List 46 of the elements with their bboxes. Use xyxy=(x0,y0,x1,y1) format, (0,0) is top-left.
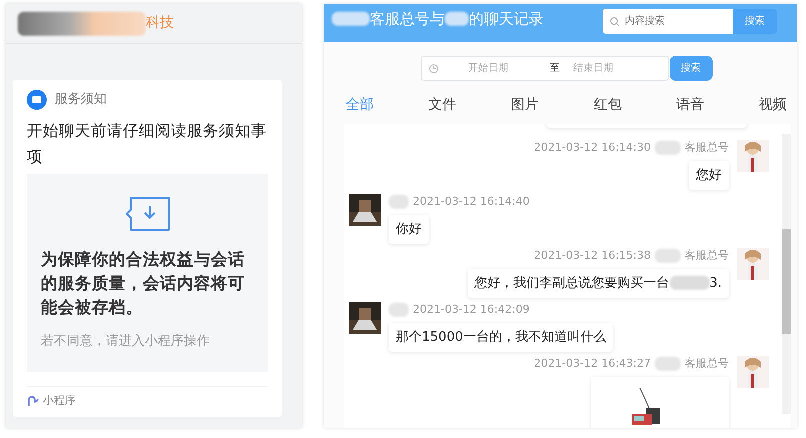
redacted-name xyxy=(332,12,370,26)
filter-tab[interactable]: 图片 xyxy=(511,95,540,116)
redacted-text xyxy=(670,276,710,290)
message-text: 3. xyxy=(710,274,722,292)
redacted-name xyxy=(445,12,469,26)
company-name: 科技 xyxy=(146,14,174,33)
message-text: 您好 xyxy=(696,166,722,184)
sender-name: 客服总号 xyxy=(685,248,729,264)
message-time: 2021-03-12 16:15:38 xyxy=(534,248,651,264)
notice-icon xyxy=(27,90,47,110)
redacted-name xyxy=(389,195,409,210)
filter-tab[interactable]: 红包 xyxy=(594,95,622,116)
sender-name: 客服总号 xyxy=(685,356,729,372)
message-text: 您好，我们李副总说您要购买一台 xyxy=(474,274,670,292)
filter-tab[interactable]: 文件 xyxy=(428,95,457,116)
notice-title: 开始聊天前请仔细阅读服务须知事项 xyxy=(27,121,268,168)
redacted-name xyxy=(655,141,681,156)
notice-body: 为保障你的合法权益与会话的服务质量，会话内容将可能会被存档。 xyxy=(41,249,246,319)
message-text: 你好 xyxy=(396,220,422,238)
filter-tab[interactable]: 视频 xyxy=(758,95,787,116)
message-text: 那个15000一台的，我不知道叫什么 xyxy=(396,328,606,346)
sender-name: 客服总号 xyxy=(685,140,729,156)
scrollbar[interactable] xyxy=(782,134,791,414)
mini-program-label[interactable]: 小程序 xyxy=(43,392,76,409)
date-separator: 至 xyxy=(549,62,561,76)
chat-title: 的聊天记录 xyxy=(469,8,544,30)
date-range-field[interactable]: 开始日期 至 结束日期 xyxy=(420,56,668,81)
message-time: 2021-03-12 16:14:40 xyxy=(413,194,530,210)
search-icon xyxy=(610,17,620,27)
notice-hint: 若不同意，请进入小程序操作 xyxy=(41,333,211,351)
notice-label: 服务须知 xyxy=(55,91,107,110)
end-date-placeholder: 结束日期 xyxy=(574,62,614,76)
filter-tab[interactable]: 语音 xyxy=(676,95,704,116)
link-icon xyxy=(27,394,39,407)
message-time: 2021-03-12 16:14:30 xyxy=(534,140,651,156)
message-time: 2021-03-12 16:42:09 xyxy=(413,302,530,318)
download-message-icon xyxy=(124,196,170,232)
redacted-name xyxy=(655,357,681,372)
redacted-name xyxy=(655,249,681,264)
start-date-placeholder: 开始日期 xyxy=(468,62,510,76)
clock-icon xyxy=(428,64,438,74)
notice-card[interactable]: 服务须知 开始聊天前请仔细阅读服务须知事项 为保障你的合法权益与会话的服务质量，会话内容将可能会被存档。 若不同意，请进入小程序操作 小程序 xyxy=(13,80,282,417)
redacted-name xyxy=(389,303,409,318)
chat-title: 客服总号与 xyxy=(370,8,445,30)
search-field[interactable]: 内容搜索 xyxy=(603,9,733,34)
message-time: 2021-03-12 16:43:27 xyxy=(534,356,651,372)
